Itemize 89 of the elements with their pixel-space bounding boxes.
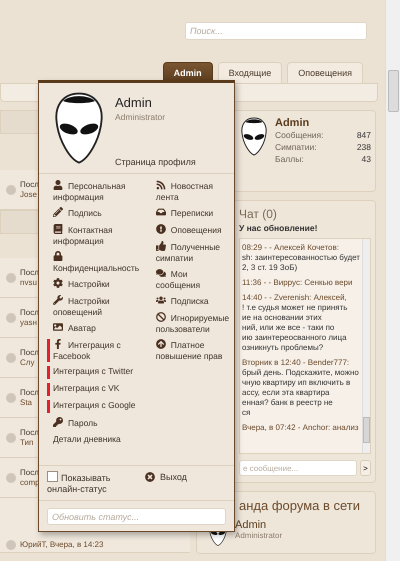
menu-link[interactable]: Игнорируемые пользователи [150, 312, 230, 335]
checkbox[interactable] [47, 470, 58, 482]
profile-name: Admin [275, 117, 310, 129]
menu-link[interactable]: Пароль [47, 417, 146, 430]
menu-link[interactable]: Новостная лента [150, 180, 230, 203]
message-field[interactable]: е сообщение... [239, 460, 357, 476]
key-icon [53, 417, 63, 427]
message-text: ассу, если эта квартира [242, 388, 330, 398]
speech-bubbles-icon [156, 268, 166, 278]
stat-label: Баллы: [275, 153, 304, 165]
message-text: ся [242, 408, 252, 418]
stat-label: Симпатии: [275, 141, 317, 153]
message-text: енная? банк в реестр не [242, 398, 334, 408]
stat-value: 847 [356, 129, 371, 141]
close-icon [145, 472, 155, 482]
menu-link[interactable]: Оповещения [150, 224, 230, 237]
menu-link[interactable]: Интеграция с Facebook [47, 339, 146, 362]
thread-meta: yasн [20, 318, 38, 328]
chat-title: Чат (0) [239, 207, 278, 221]
inbox-icon [156, 207, 166, 217]
tab[interactable]: Входящие [218, 62, 282, 83]
rss-icon [156, 180, 166, 190]
menu-link[interactable]: Конфиденциальность [47, 251, 146, 274]
menu-link[interactable]: Аватар [47, 322, 146, 335]
online-status-checkbox[interactable]: Показывать онлайн-статус [47, 470, 139, 494]
menu-link[interactable]: Настройки [47, 278, 146, 291]
message-text: брый день. Подскажите, можно [242, 368, 360, 378]
team-title: анда форума в сети [238, 498, 362, 513]
stat-value: 43 [362, 153, 371, 165]
search-field[interactable]: Поиск... [185, 22, 367, 40]
member-name: Admin [235, 519, 268, 531]
menu-link[interactable]: Мои сообщения [150, 268, 230, 291]
menu-link[interactable]: Детали дневника [47, 434, 146, 447]
message-text: ний, или же все - таки по [242, 323, 336, 333]
menu-link[interactable]: Переписки [150, 207, 230, 220]
avatar-icon [239, 117, 269, 157]
menu-link[interactable]: Персональная информация [47, 180, 146, 203]
gear-icon [53, 278, 63, 288]
message-header: 08:29 - - Алексей Кочетов: [242, 243, 340, 253]
message-header: Вчера, в 07:42 - Anchor: анализ [242, 423, 360, 433]
message-text: озникнуть проблемы? [242, 343, 324, 353]
menu-link[interactable]: Контактная информация [47, 224, 146, 247]
menu-link[interactable]: Интеграция с Twitter [47, 366, 146, 379]
thread-meta: ЮрийТ, Вчера, в 14:23 [20, 540, 104, 550]
menu-link[interactable]: Платное повышение прав [150, 339, 230, 362]
person-icon [53, 180, 63, 190]
user-role: Administrator [115, 112, 166, 122]
menu-link[interactable]: Подпись [47, 207, 146, 220]
message-header: 11:36 - - Виррус: Сенкью вери [242, 278, 354, 288]
wrench-icon [53, 295, 63, 305]
scrollbar[interactable] [385, 0, 400, 561]
message-text: sh: заинтересованностью будет [242, 253, 360, 263]
thread-meta: Jose [20, 190, 38, 200]
thread-meta: Sta [20, 398, 34, 408]
chat-notice: У нас обновление! [239, 223, 318, 233]
menu-link[interactable]: Подписка [150, 295, 230, 308]
user-name: Admin [115, 95, 153, 110]
stat-value: 238 [356, 141, 371, 153]
f-logo-icon [53, 339, 63, 349]
menu-link[interactable]: Интеграция с VK [47, 383, 146, 396]
up-arrow-icon [156, 339, 166, 349]
lock-icon [53, 251, 63, 261]
exclamation-icon [156, 224, 166, 234]
message-text: ие на основании этих [242, 313, 323, 323]
tab[interactable]: Оповещения [287, 62, 363, 83]
menu-link[interactable]: Интеграция с Google [47, 400, 146, 413]
menu-link[interactable]: Настройки оповещений [47, 295, 146, 318]
pencil-icon [53, 207, 63, 217]
message-header: 14:40 - - Zverenish: Алексей, [242, 293, 348, 303]
logout-link[interactable]: Выход [145, 470, 187, 482]
send-button[interactable]: > [360, 460, 371, 476]
message-text: ию заинтереосванного лица [242, 333, 348, 343]
thread-meta: Тип [20, 438, 34, 448]
image-icon [53, 322, 63, 332]
thread-meta: Слу [20, 358, 36, 368]
no-entry-icon [156, 312, 166, 322]
menu-link[interactable]: Полученные симпатии [150, 241, 230, 264]
thumbs-up-icon [156, 241, 166, 251]
scrollbar[interactable] [362, 239, 370, 453]
member-role: Administrator [235, 531, 282, 540]
profile-link[interactable]: Страница профиля [115, 157, 228, 167]
thread-meta: nvsu [20, 278, 38, 288]
book-icon [53, 224, 63, 234]
message-header: Вторник в 12:40 - Bender777: [242, 358, 350, 368]
people-icon [156, 295, 166, 305]
message-text: чную квартиру ип включить в [242, 378, 352, 388]
message-text: ! т.е судья может не принять [242, 303, 348, 313]
message-text: 2, 3 ст. 19 ЗоБ) [242, 263, 298, 273]
stat-label: Сообщения: [275, 129, 324, 141]
